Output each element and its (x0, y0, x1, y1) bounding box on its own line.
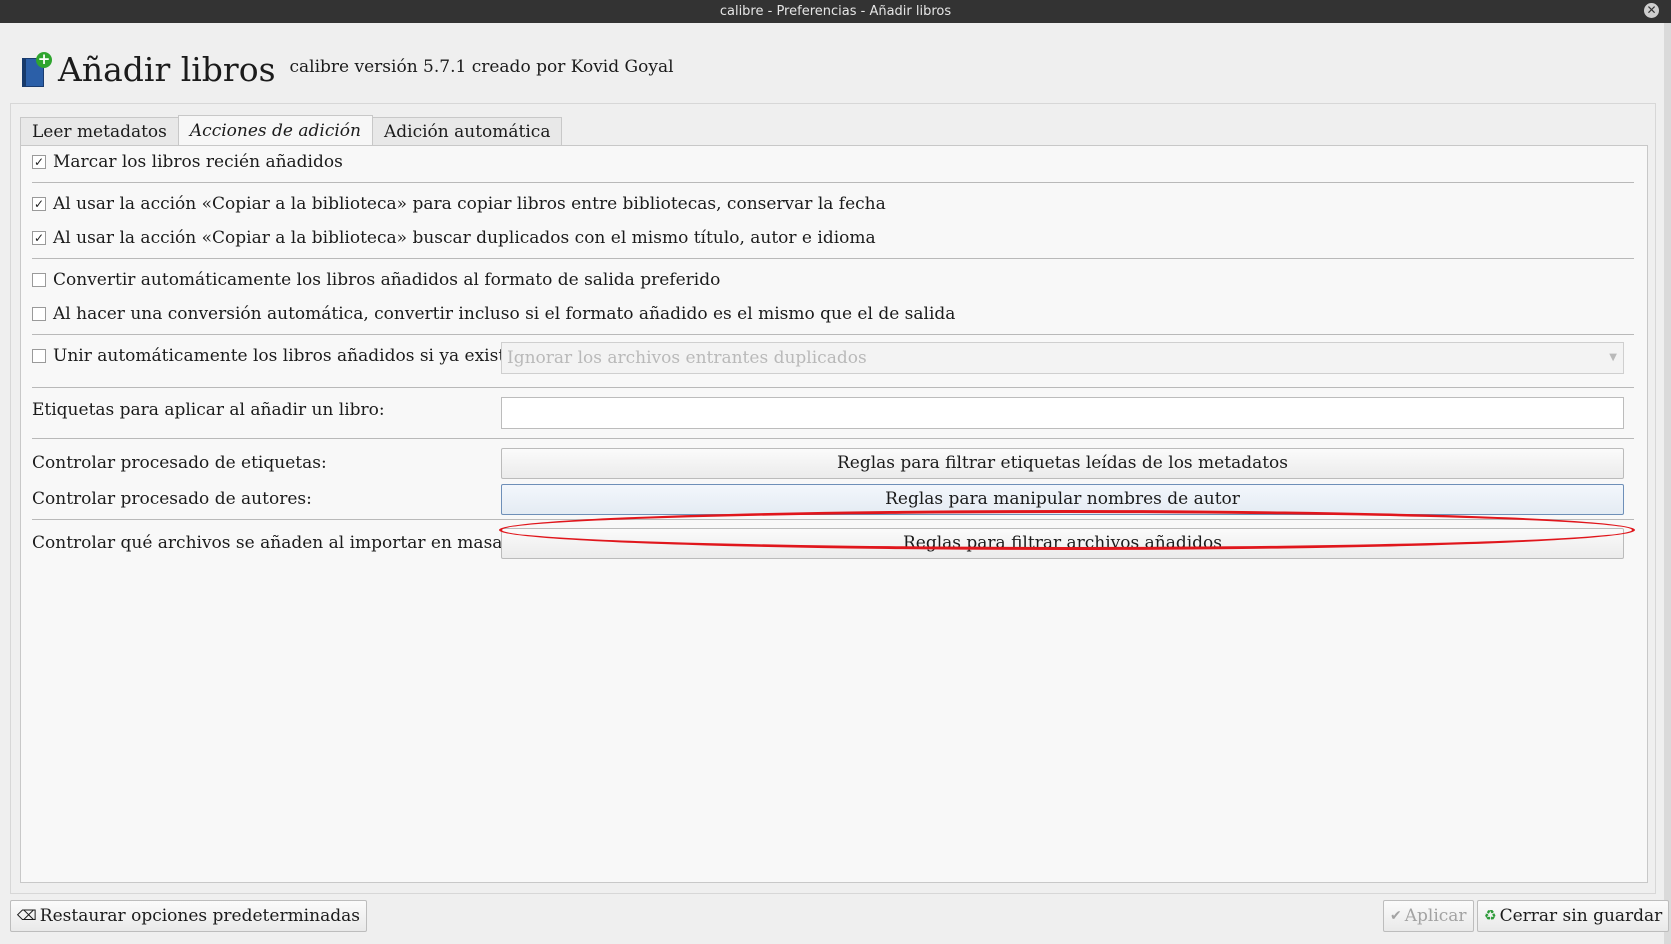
chevron-down-icon: ▼ (1609, 352, 1617, 363)
separator (32, 258, 1634, 259)
convert-same-option[interactable]: Al hacer una conversión automática, conv… (32, 304, 955, 324)
tags-row: Etiquetas para aplicar al añadir un libr… (32, 400, 385, 420)
apply-label: Aplicar (1404, 906, 1467, 926)
convert-same-checkbox[interactable] (32, 307, 46, 321)
author-rules-label: Controlar procesado de autores: (32, 489, 312, 509)
tag-rules-label: Controlar procesado de etiquetas: (32, 453, 327, 473)
separator (32, 182, 1634, 183)
check-duplicates-label: Al usar la acción «Copiar a la bibliotec… (53, 228, 876, 248)
merge-behavior-value: Ignorar los archivos entrantes duplicado… (507, 348, 867, 368)
mark-new-checkbox[interactable]: ✓ (32, 155, 46, 169)
apply-button[interactable]: ✔ Aplicar (1383, 900, 1474, 932)
auto-merge-option[interactable]: Unir automáticamente los libros añadidos… (32, 346, 532, 366)
preserve-date-checkbox[interactable]: ✓ (32, 197, 46, 211)
author-rules-button[interactable]: Reglas para manipular nombres de autor (501, 484, 1624, 515)
auto-convert-option[interactable]: Convertir automáticamente los libros aña… (32, 270, 720, 290)
page-header: + Añadir libros calibre versión 5.7.1 cr… (20, 48, 674, 90)
close-icon[interactable]: ✕ (1644, 3, 1659, 18)
check-duplicates-option[interactable]: ✓ Al usar la acción «Copiar a la bibliot… (32, 228, 876, 248)
page-title: Añadir libros (58, 50, 276, 89)
merge-behavior-dropdown[interactable]: Ignorar los archivos entrantes duplicado… (501, 342, 1624, 374)
file-rules-row: Controlar qué archivos se añaden al impo… (32, 533, 508, 553)
window-titlebar: calibre - Preferencias - Añadir libros ✕ (0, 0, 1671, 23)
auto-convert-checkbox[interactable] (32, 273, 46, 287)
separator (32, 438, 1634, 439)
background-window-edge (1664, 23, 1671, 944)
file-rules-label: Controlar qué archivos se añaden al impo… (32, 533, 509, 553)
mark-new-label: Marcar los libros recién añadidos (53, 152, 343, 172)
tag-rules-row: Controlar procesado de etiquetas: (32, 453, 327, 473)
add-book-icon: + (20, 52, 52, 87)
tab-leer-metadatos[interactable]: Leer metadatos (20, 117, 179, 146)
separator (32, 334, 1634, 335)
auto-convert-label: Convertir automáticamente los libros aña… (53, 270, 721, 290)
author-rules-row: Controlar procesado de autores: (32, 489, 312, 509)
preserve-date-option[interactable]: ✓ Al usar la acción «Copiar a la bibliot… (32, 194, 886, 214)
convert-same-label: Al hacer una conversión automática, conv… (53, 304, 956, 324)
restore-icon: ⌫ (17, 908, 37, 924)
tags-input[interactable] (501, 397, 1624, 429)
restore-defaults-label: Restaurar opciones predeterminadas (39, 906, 360, 926)
auto-merge-label: Unir automáticamente los libros añadidos… (53, 346, 532, 366)
tag-rules-button[interactable]: Reglas para filtrar etiquetas leídas de … (501, 448, 1624, 479)
window-title: calibre - Preferencias - Añadir libros (719, 4, 952, 19)
mark-new-option[interactable]: ✓ Marcar los libros recién añadidos (32, 152, 343, 172)
restore-defaults-button[interactable]: ⌫ Restaurar opciones predeterminadas (10, 900, 367, 932)
tab-bar: Leer metadatos Acciones de adición Adici… (20, 115, 563, 146)
version-text: calibre versión 5.7.1 creado por Kovid G… (289, 57, 674, 77)
file-rules-button[interactable]: Reglas para filtrar archivos añadidos (501, 528, 1624, 559)
check-duplicates-checkbox[interactable]: ✓ (32, 231, 46, 245)
separator (32, 387, 1634, 388)
tab-panel-acciones: ✓ Marcar los libros recién añadidos ✓ Al… (20, 145, 1648, 883)
tab-acciones-de-adicion[interactable]: Acciones de adición (177, 115, 373, 146)
separator (32, 519, 1634, 520)
recycle-icon: ♻ (1484, 908, 1497, 924)
checkmark-icon: ✔ (1390, 908, 1402, 924)
close-without-saving-button[interactable]: ♻ Cerrar sin guardar (1477, 900, 1670, 932)
tags-label: Etiquetas para aplicar al añadir un libr… (32, 400, 385, 420)
tab-adicion-automatica[interactable]: Adición automática (371, 117, 563, 146)
auto-merge-checkbox[interactable] (32, 349, 46, 363)
close-without-saving-label: Cerrar sin guardar (1499, 906, 1663, 926)
preserve-date-label: Al usar la acción «Copiar a la bibliotec… (53, 194, 886, 214)
